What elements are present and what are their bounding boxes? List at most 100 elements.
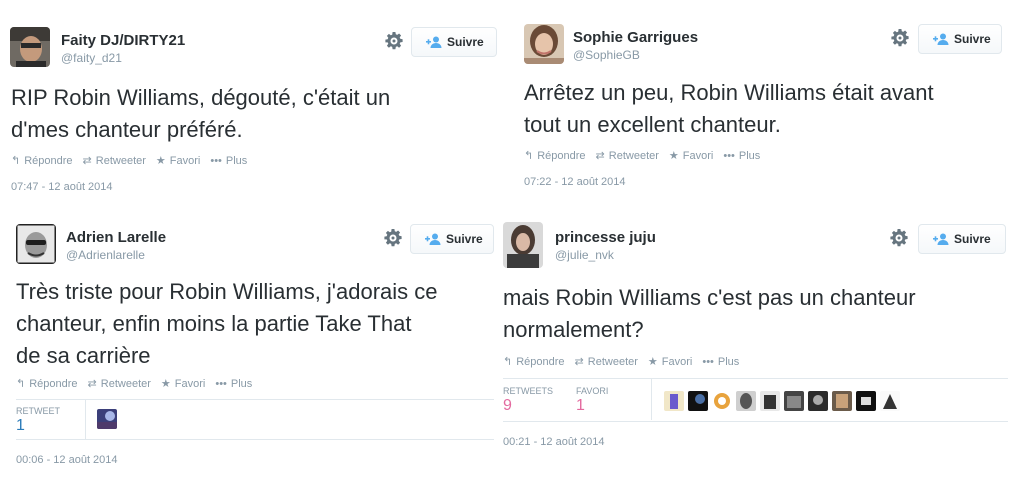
- user-name[interactable]: Adrien Larelle: [66, 229, 166, 246]
- user-name[interactable]: Faity DJ/DIRTY21: [61, 32, 185, 49]
- tweet-actions: ↰ Répondre ⇄ Retweeter ★ Favori ••• Plus: [16, 377, 262, 391]
- retweeter-avatar[interactable]: [856, 391, 876, 411]
- retweet-label: Retweeter: [608, 149, 659, 162]
- favorite-button[interactable]: ★ Favori: [668, 149, 714, 163]
- retweets-count-label[interactable]: RETWEETS: [503, 386, 553, 396]
- reply-button[interactable]: ↰ Répondre: [16, 377, 78, 391]
- reply-label: Répondre: [24, 154, 73, 167]
- reply-label: Répondre: [29, 377, 78, 390]
- more-icon: •••: [215, 377, 227, 390]
- more-button[interactable]: ••• Plus: [215, 378, 252, 390]
- reply-icon: ↰: [16, 378, 26, 390]
- retweet-button[interactable]: ⇄ Retweeter: [87, 377, 151, 391]
- retweet-icon: ⇄: [82, 155, 92, 167]
- retweet-count-label[interactable]: RETWEET: [16, 406, 60, 416]
- timestamp[interactable]: 00:06 - 12 août 2014: [16, 454, 118, 466]
- gear-icon[interactable]: [890, 28, 910, 48]
- stats-separator: [85, 400, 86, 439]
- retweeter-avatar[interactable]: [832, 391, 852, 411]
- reply-button[interactable]: ↰ Répondre: [11, 154, 73, 168]
- reply-button[interactable]: ↰ Répondre: [503, 355, 565, 369]
- more-label: Plus: [225, 154, 248, 167]
- more-button[interactable]: ••• Plus: [702, 356, 739, 368]
- more-button[interactable]: ••• Plus: [210, 155, 247, 167]
- favorite-label: Favori: [174, 377, 206, 390]
- reply-label: Répondre: [537, 149, 586, 162]
- gear-icon[interactable]: [889, 228, 909, 248]
- retweet-label: Retweeter: [587, 355, 638, 368]
- add-user-icon: [933, 33, 949, 45]
- more-icon: •••: [723, 149, 735, 162]
- favorites-count[interactable]: 1: [576, 397, 585, 415]
- retweeter-avatar[interactable]: [784, 391, 804, 411]
- more-label: Plus: [738, 149, 761, 162]
- tweet-text-line: mais Robin Williams c'est pas un chanteu…: [503, 285, 916, 310]
- retweets-count[interactable]: 9: [503, 397, 512, 415]
- more-icon: •••: [210, 154, 222, 167]
- follow-label: Suivre: [954, 32, 991, 46]
- tweet-text: RIP Robin Williams, dégouté, c'était un …: [11, 82, 390, 146]
- avatar[interactable]: [10, 27, 50, 67]
- reply-icon: ↰: [503, 356, 513, 368]
- star-icon: ★: [155, 155, 166, 167]
- retweeter-avatar[interactable]: [97, 409, 117, 429]
- follow-button[interactable]: Suivre: [918, 224, 1006, 254]
- tweet-text-line: Très triste pour Robin Williams, j'adora…: [16, 279, 438, 304]
- tweet-actions: ↰ Répondre ⇄ Retweeter ★ Favori ••• Plus: [11, 154, 257, 168]
- tweet-text: mais Robin Williams c'est pas un chanteu…: [503, 282, 916, 346]
- retweet-icon: ⇄: [87, 378, 97, 390]
- star-icon: ★: [160, 378, 171, 390]
- add-user-icon: [426, 36, 442, 48]
- timestamp[interactable]: 00:21 - 12 août 2014: [503, 436, 605, 448]
- user-handle[interactable]: @SophieGB: [573, 48, 640, 62]
- star-icon: ★: [647, 356, 658, 368]
- retweet-button[interactable]: ⇄ Retweeter: [596, 149, 659, 163]
- favorites-count-label[interactable]: FAVORI: [576, 386, 608, 396]
- retweeter-avatar[interactable]: [688, 391, 708, 411]
- more-label: Plus: [717, 355, 740, 368]
- stats-divider-bottom: [503, 421, 1008, 422]
- tweet-text-line: RIP Robin Williams, dégouté, c'était un: [11, 85, 391, 110]
- gear-icon[interactable]: [383, 228, 403, 248]
- follow-button[interactable]: Suivre: [918, 24, 1002, 54]
- add-user-icon: [425, 233, 441, 245]
- user-name[interactable]: Sophie Garrigues: [573, 29, 698, 46]
- retweeter-avatar[interactable]: [808, 391, 828, 411]
- user-handle[interactable]: @Adrienlarelle: [66, 248, 145, 262]
- stats-divider: [503, 378, 1008, 379]
- retweeter-avatar[interactable]: [712, 391, 732, 411]
- retweet-label: Retweeter: [95, 154, 146, 167]
- retweet-button[interactable]: ⇄ Retweeter: [82, 154, 146, 168]
- reply-button[interactable]: ↰ Répondre: [524, 149, 586, 163]
- avatar[interactable]: [16, 224, 56, 264]
- retweeter-avatar[interactable]: [664, 391, 684, 411]
- follow-button[interactable]: Suivre: [411, 27, 497, 57]
- retweeter-avatar[interactable]: [736, 391, 756, 411]
- favorite-button[interactable]: ★ Favori: [155, 154, 200, 168]
- reply-label: Répondre: [516, 355, 565, 368]
- timestamp[interactable]: 07:47 - 12 août 2014: [11, 181, 113, 193]
- favorite-label: Favori: [682, 149, 714, 162]
- follow-button[interactable]: Suivre: [410, 224, 494, 254]
- gear-icon[interactable]: [384, 31, 404, 51]
- timestamp[interactable]: 07:22 - 12 août 2014: [524, 176, 626, 188]
- star-icon: ★: [668, 150, 679, 162]
- avatar[interactable]: [524, 24, 564, 64]
- more-icon: •••: [702, 355, 714, 368]
- user-handle[interactable]: @julie_nvk: [555, 248, 614, 262]
- retweet-count[interactable]: 1: [16, 417, 25, 435]
- favorite-button[interactable]: ★ Favori: [160, 377, 206, 391]
- retweeter-avatar[interactable]: [760, 391, 780, 411]
- user-handle[interactable]: @faity_d21: [61, 51, 122, 65]
- more-label: Plus: [230, 377, 253, 390]
- follow-label: Suivre: [446, 232, 483, 246]
- more-button[interactable]: ••• Plus: [723, 150, 760, 162]
- user-name[interactable]: princesse juju: [555, 229, 656, 246]
- retweet-button[interactable]: ⇄ Retweeter: [575, 355, 638, 369]
- favorite-button[interactable]: ★ Favori: [647, 355, 692, 369]
- stats-separator: [651, 379, 652, 420]
- stats-divider: [16, 399, 494, 400]
- avatar[interactable]: [503, 222, 543, 268]
- retweeter-avatar[interactable]: [880, 391, 900, 411]
- tweet-text: Arrêtez un peu, Robin Williams était ava…: [524, 77, 934, 141]
